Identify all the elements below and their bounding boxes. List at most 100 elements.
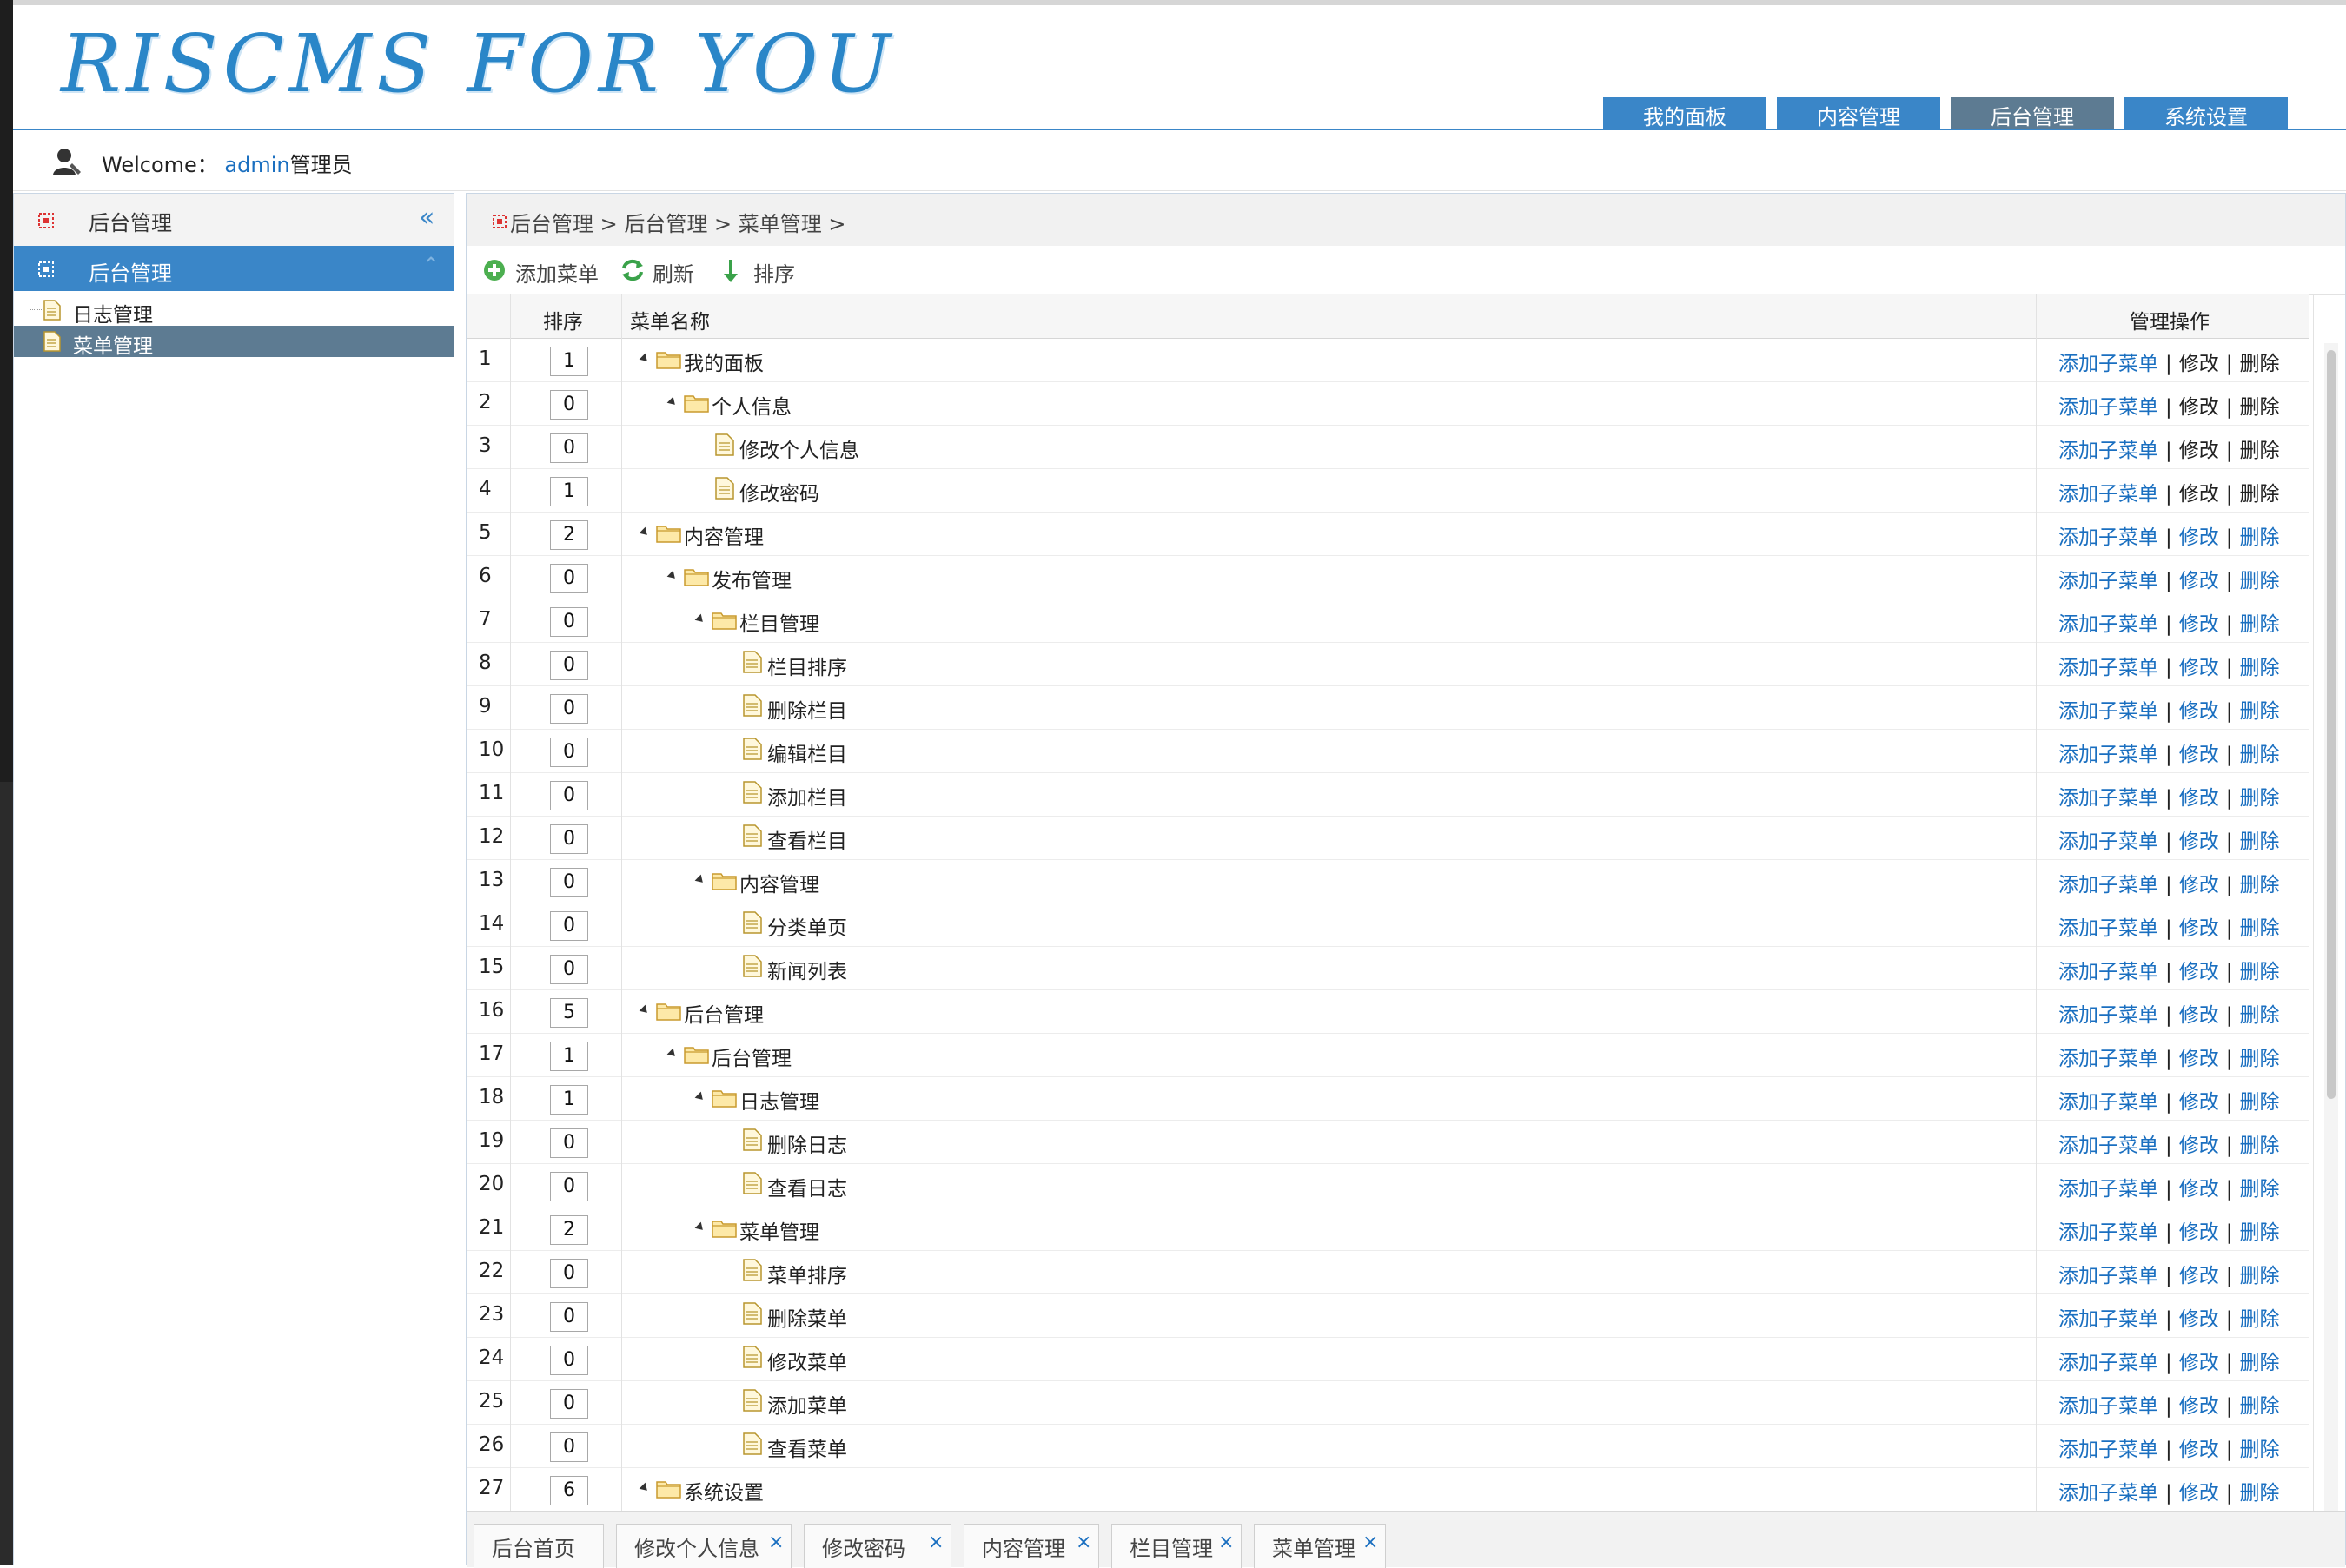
bottom-tab[interactable]: 内容管理 × bbox=[964, 1524, 1099, 1568]
delete-link[interactable]: 删除 bbox=[2240, 1178, 2280, 1201]
sidebar-group-backend[interactable]: 后台管理 ⌃ bbox=[14, 246, 454, 291]
bottom-tab[interactable]: 栏目管理 × bbox=[1111, 1524, 1242, 1568]
edit-link[interactable]: 修改 bbox=[2179, 440, 2219, 462]
sort-order-input[interactable] bbox=[550, 520, 588, 550]
add-child-menu-link[interactable]: 添加子菜单 bbox=[2058, 1395, 2158, 1418]
delete-link[interactable]: 删除 bbox=[2240, 1482, 2280, 1505]
refresh-button[interactable]: 刷新 bbox=[620, 255, 706, 287]
delete-link[interactable]: 删除 bbox=[2240, 1308, 2280, 1331]
edit-link[interactable]: 修改 bbox=[2179, 1048, 2219, 1070]
sort-order-input[interactable] bbox=[550, 1215, 588, 1245]
add-child-menu-link[interactable]: 添加子菜单 bbox=[2058, 1439, 2158, 1461]
add-child-menu-link[interactable]: 添加子菜单 bbox=[2058, 700, 2158, 723]
vertical-scrollbar[interactable] bbox=[2324, 343, 2338, 1511]
delete-link[interactable]: 删除 bbox=[2240, 874, 2280, 896]
sort-order-input[interactable] bbox=[550, 1042, 588, 1071]
sort-order-input[interactable] bbox=[550, 1432, 588, 1462]
delete-link[interactable]: 删除 bbox=[2240, 1395, 2280, 1418]
chevron-up-icon[interactable]: ⌃ bbox=[422, 253, 440, 277]
sort-order-input[interactable] bbox=[550, 651, 588, 680]
add-menu-button[interactable]: 添加菜单 bbox=[482, 255, 604, 287]
edit-link[interactable]: 修改 bbox=[2179, 1004, 2219, 1027]
bottom-tab[interactable]: 修改个人信息 × bbox=[616, 1524, 792, 1568]
sort-order-input[interactable] bbox=[550, 347, 588, 376]
expand-arrow-icon[interactable] bbox=[666, 1048, 679, 1060]
add-child-menu-link[interactable]: 添加子菜单 bbox=[2058, 787, 2158, 810]
sort-order-input[interactable] bbox=[550, 1128, 588, 1158]
edit-link[interactable]: 修改 bbox=[2179, 1178, 2219, 1201]
expand-arrow-icon[interactable] bbox=[639, 1482, 651, 1494]
sort-order-input[interactable] bbox=[550, 1302, 588, 1332]
sort-button[interactable]: 排序 bbox=[720, 255, 807, 287]
edit-link[interactable]: 修改 bbox=[2179, 1439, 2219, 1461]
edit-link[interactable]: 修改 bbox=[2179, 1135, 2219, 1157]
expand-arrow-icon[interactable] bbox=[639, 526, 651, 539]
expand-arrow-icon[interactable] bbox=[639, 353, 651, 365]
add-child-menu-link[interactable]: 添加子菜单 bbox=[2058, 526, 2158, 549]
add-child-menu-link[interactable]: 添加子菜单 bbox=[2058, 613, 2158, 636]
delete-link[interactable]: 删除 bbox=[2240, 483, 2280, 506]
bottom-tab[interactable]: 修改密码 × bbox=[804, 1524, 951, 1568]
expand-arrow-icon[interactable] bbox=[639, 1004, 651, 1016]
expand-arrow-icon[interactable] bbox=[666, 570, 679, 582]
close-tab-icon[interactable]: × bbox=[928, 1532, 944, 1553]
edit-link[interactable]: 修改 bbox=[2179, 1091, 2219, 1114]
add-child-menu-link[interactable]: 添加子菜单 bbox=[2058, 483, 2158, 506]
expand-arrow-icon[interactable] bbox=[666, 396, 679, 408]
add-child-menu-link[interactable]: 添加子菜单 bbox=[2058, 570, 2158, 592]
delete-link[interactable]: 删除 bbox=[2240, 526, 2280, 549]
scrollbar-thumb[interactable] bbox=[2327, 350, 2336, 1099]
add-child-menu-link[interactable]: 添加子菜单 bbox=[2058, 657, 2158, 679]
sort-order-input[interactable] bbox=[550, 607, 588, 637]
edit-link[interactable]: 修改 bbox=[2179, 483, 2219, 506]
delete-link[interactable]: 删除 bbox=[2240, 613, 2280, 636]
delete-link[interactable]: 删除 bbox=[2240, 1048, 2280, 1070]
sidebar-item-menu-management[interactable]: 菜单管理 bbox=[14, 326, 454, 358]
delete-link[interactable]: 删除 bbox=[2240, 830, 2280, 853]
sort-order-input[interactable] bbox=[550, 477, 588, 506]
delete-link[interactable]: 删除 bbox=[2240, 1265, 2280, 1287]
delete-link[interactable]: 删除 bbox=[2240, 396, 2280, 419]
sort-order-input[interactable] bbox=[550, 1259, 588, 1288]
edit-link[interactable]: 修改 bbox=[2179, 657, 2219, 679]
edit-link[interactable]: 修改 bbox=[2179, 961, 2219, 983]
edit-link[interactable]: 修改 bbox=[2179, 700, 2219, 723]
add-child-menu-link[interactable]: 添加子菜单 bbox=[2058, 1048, 2158, 1070]
collapse-sidebar-icon[interactable]: « bbox=[419, 202, 434, 233]
sort-order-input[interactable] bbox=[550, 868, 588, 897]
edit-link[interactable]: 修改 bbox=[2179, 744, 2219, 766]
add-child-menu-link[interactable]: 添加子菜单 bbox=[2058, 396, 2158, 419]
edit-link[interactable]: 修改 bbox=[2179, 613, 2219, 636]
close-tab-icon[interactable]: × bbox=[768, 1532, 784, 1553]
add-child-menu-link[interactable]: 添加子菜单 bbox=[2058, 830, 2158, 853]
delete-link[interactable]: 删除 bbox=[2240, 1004, 2280, 1027]
sort-order-input[interactable] bbox=[550, 1476, 588, 1505]
bottom-tab[interactable]: 后台首页 bbox=[474, 1524, 604, 1568]
edit-link[interactable]: 修改 bbox=[2179, 396, 2219, 419]
sort-order-input[interactable] bbox=[550, 433, 588, 463]
delete-link[interactable]: 删除 bbox=[2240, 570, 2280, 592]
add-child-menu-link[interactable]: 添加子菜单 bbox=[2058, 1308, 2158, 1331]
bottom-tab[interactable]: 菜单管理 × bbox=[1254, 1524, 1386, 1568]
add-child-menu-link[interactable]: 添加子菜单 bbox=[2058, 1135, 2158, 1157]
delete-link[interactable]: 删除 bbox=[2240, 440, 2280, 462]
edit-link[interactable]: 修改 bbox=[2179, 787, 2219, 810]
sort-order-input[interactable] bbox=[550, 824, 588, 854]
sort-order-input[interactable] bbox=[550, 1389, 588, 1419]
add-child-menu-link[interactable]: 添加子菜单 bbox=[2058, 874, 2158, 896]
delete-link[interactable]: 删除 bbox=[2240, 961, 2280, 983]
add-child-menu-link[interactable]: 添加子菜单 bbox=[2058, 917, 2158, 940]
expand-arrow-icon[interactable] bbox=[694, 1091, 706, 1103]
edit-link[interactable]: 修改 bbox=[2179, 526, 2219, 549]
add-child-menu-link[interactable]: 添加子菜单 bbox=[2058, 440, 2158, 462]
sort-order-input[interactable] bbox=[550, 564, 588, 593]
sort-order-input[interactable] bbox=[550, 1346, 588, 1375]
sort-order-input[interactable] bbox=[550, 781, 588, 810]
add-child-menu-link[interactable]: 添加子菜单 bbox=[2058, 1178, 2158, 1201]
delete-link[interactable]: 删除 bbox=[2240, 744, 2280, 766]
expand-arrow-icon[interactable] bbox=[694, 874, 706, 886]
sort-order-input[interactable] bbox=[550, 738, 588, 767]
delete-link[interactable]: 删除 bbox=[2240, 1352, 2280, 1374]
edit-link[interactable]: 修改 bbox=[2179, 1221, 2219, 1244]
edit-link[interactable]: 修改 bbox=[2179, 830, 2219, 853]
